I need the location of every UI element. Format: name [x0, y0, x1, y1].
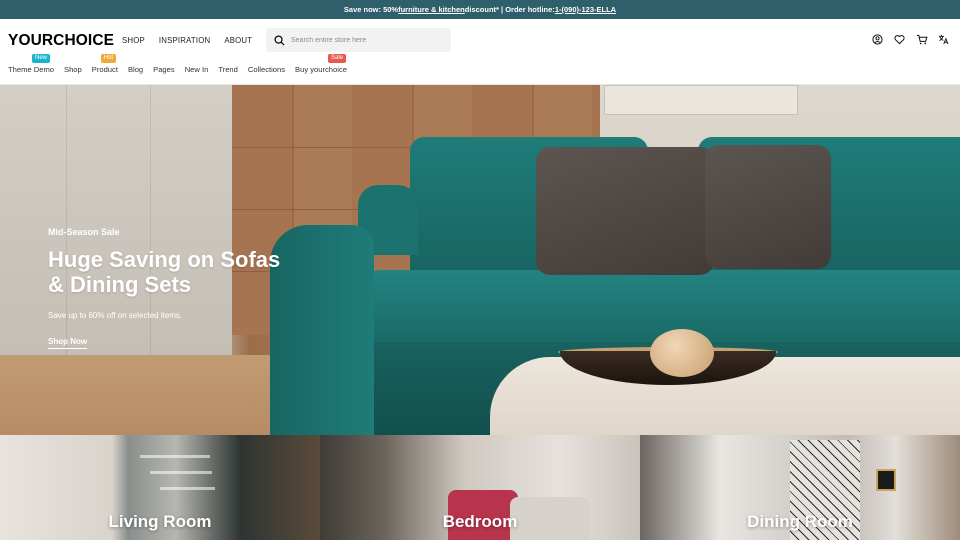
- category-label: Living Room: [108, 512, 212, 531]
- nav-blog[interactable]: Blog: [128, 65, 143, 74]
- hero-content: Mid-Season Sale Huge Saving on Sofas & D…: [48, 227, 288, 349]
- category-tile-living-room[interactable]: Living Room: [0, 435, 320, 540]
- wall-frame: [876, 469, 896, 491]
- search-input[interactable]: [291, 36, 441, 44]
- nav-trend[interactable]: Trend: [218, 65, 238, 74]
- header-icons: [871, 33, 950, 46]
- sofa-seat: [366, 270, 960, 342]
- nav-label: Theme Demo: [8, 65, 55, 74]
- hot-badge: Hot: [100, 54, 117, 63]
- language-icon[interactable]: [937, 33, 950, 46]
- hotline-link[interactable]: 1-(090)-123-ELLA: [555, 5, 616, 14]
- announcement-bar: Save now: 50% furniture & kitchen discou…: [0, 0, 960, 19]
- pillow: [705, 145, 831, 269]
- nav-label: New In: [184, 65, 209, 74]
- hero-kicker: Mid-Season Sale: [48, 227, 120, 237]
- main-nav-shop[interactable]: SHOP: [122, 36, 145, 45]
- wishlist-icon[interactable]: [893, 33, 906, 46]
- nav-label: Product: [91, 65, 118, 74]
- new-badge: New: [32, 54, 51, 63]
- search-icon[interactable]: [274, 34, 285, 46]
- main-nav: SHOP INSPIRATION ABOUT: [122, 36, 252, 45]
- main-nav-about[interactable]: ABOUT: [224, 36, 252, 45]
- category-nav: New Theme Demo Shop Hot Product Blog Pag…: [8, 54, 347, 74]
- shop-now-link[interactable]: Shop Now: [48, 337, 88, 349]
- announcement-prefix: Save now: 50%: [343, 5, 399, 14]
- category-label: Dining Room: [747, 512, 853, 531]
- nav-label: Shop: [64, 65, 82, 74]
- nav-theme-demo[interactable]: New Theme Demo: [8, 54, 55, 74]
- category-tile-bedroom[interactable]: Bedroom: [320, 435, 640, 540]
- pillow: [536, 147, 714, 275]
- nav-label: Buy yourchoice: [295, 65, 347, 74]
- decor-sphere: [650, 329, 714, 377]
- site-header: YOURCHOICE SHOP INSPIRATION ABOUT New Th…: [0, 19, 960, 85]
- main-nav-inspiration[interactable]: INSPIRATION: [159, 36, 210, 45]
- category-tile-dining-room[interactable]: Dining Room: [640, 435, 960, 540]
- nav-pages[interactable]: Pages: [153, 65, 175, 74]
- nav-label: Blog: [127, 65, 144, 74]
- category-label: Bedroom: [442, 512, 518, 531]
- hero-banner: Mid-Season Sale Huge Saving on Sofas & D…: [0, 85, 960, 435]
- nav-shop[interactable]: Shop: [64, 65, 82, 74]
- nav-new-in[interactable]: New In: [185, 65, 209, 74]
- nav-label: Trend: [218, 65, 238, 74]
- hero-title: Huge Saving on Sofas & Dining Sets: [48, 247, 281, 297]
- cart-icon[interactable]: [915, 33, 928, 46]
- site-logo[interactable]: YOURCHOICE: [8, 32, 114, 50]
- nav-collections[interactable]: Collections: [248, 65, 285, 74]
- nav-product[interactable]: Hot Product: [91, 54, 118, 74]
- sale-badge: Sale: [328, 54, 347, 63]
- category-tiles: Living Room Bedroom Dining Room: [0, 435, 960, 540]
- account-icon[interactable]: [871, 33, 884, 46]
- announcement-link[interactable]: furniture & kitchen: [398, 5, 465, 14]
- hero-subtitle: Save up to 60% off on selected items.: [48, 311, 183, 320]
- announcement-middle: discount* | Order hotline:: [464, 5, 555, 14]
- nav-buy-yourchoice[interactable]: Sale Buy yourchoice: [295, 54, 347, 74]
- nav-label: Collections: [247, 65, 286, 74]
- hero-wall-art: [604, 85, 798, 115]
- nav-label: Pages: [153, 65, 175, 74]
- search-bar[interactable]: [266, 28, 451, 52]
